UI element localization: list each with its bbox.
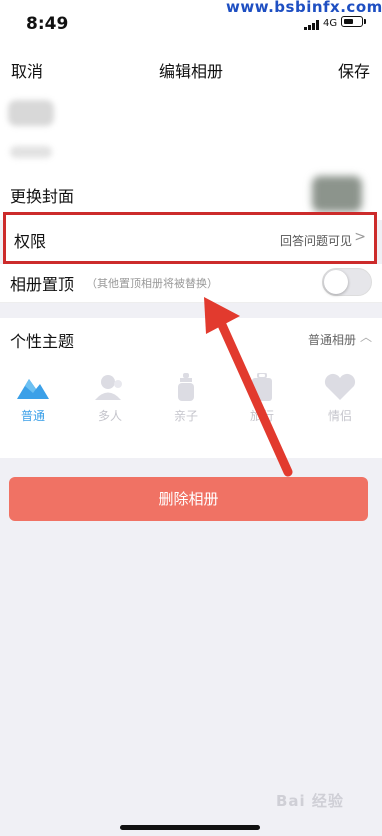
- permission-row[interactable]: 权限 回答问题可见 >: [3, 212, 377, 264]
- chevron-up-icon[interactable]: ︿: [360, 328, 372, 345]
- baidu-watermark: Bai 经验: [276, 792, 344, 810]
- chevron-right-icon: >: [354, 229, 366, 245]
- suitcase-icon: [252, 373, 272, 401]
- navbar: 取消 编辑相册 保存: [0, 44, 382, 89]
- mountain-icon: [17, 379, 49, 399]
- pin-album-row: 相册置顶 （其他置顶相册将被替换）: [0, 264, 382, 303]
- theme-label: 亲子: [173, 409, 198, 423]
- page-title: 编辑相册: [158, 62, 223, 81]
- person-icon: [95, 375, 122, 400]
- status-bar: 8:49 www.bsbinfx.com 4G: [0, 0, 382, 44]
- album-name-blurred: [8, 100, 54, 126]
- signal-icon: [304, 20, 320, 30]
- heart-icon: [324, 373, 356, 400]
- baby-bottle-icon: [178, 373, 194, 401]
- pin-label: 相册置顶: [10, 275, 75, 294]
- pin-toggle[interactable]: [322, 268, 372, 296]
- theme-label: 多人: [97, 409, 122, 423]
- network-type: 4G: [323, 18, 338, 29]
- theme-option-couple[interactable]: 情侣: [310, 373, 370, 433]
- permission-label: 权限: [14, 232, 47, 251]
- theme-label: 普通: [20, 409, 45, 423]
- album-desc-blurred: [10, 146, 52, 158]
- album-info[interactable]: [0, 88, 382, 168]
- home-indicator: [120, 825, 260, 830]
- theme-label: 旅行: [249, 409, 274, 423]
- save-button[interactable]: 保存: [338, 58, 370, 82]
- permission-value: 回答问题可见: [279, 234, 352, 248]
- theme-current[interactable]: 普通相册: [308, 331, 356, 348]
- theme-section: 个性主题 普通相册 ︿ 普通 多人 亲子 旅行 情侣: [0, 318, 382, 458]
- theme-option-family[interactable]: 亲子: [156, 373, 216, 433]
- theme-title: 个性主题: [10, 332, 75, 351]
- theme-label: 情侣: [327, 409, 352, 423]
- toggle-knob: [324, 270, 348, 294]
- cover-label: 更换封面: [10, 187, 75, 206]
- theme-option-normal[interactable]: 普通: [3, 373, 63, 433]
- pin-hint: （其他置顶相册将被替换）: [86, 277, 218, 290]
- site-watermark: www.bsbinfx.com: [226, 0, 382, 16]
- delete-album-button[interactable]: 删除相册: [9, 477, 368, 521]
- battery-icon: [341, 16, 363, 27]
- theme-option-travel[interactable]: 旅行: [232, 373, 292, 433]
- status-time: 8:49: [26, 14, 69, 34]
- theme-option-group[interactable]: 多人: [80, 373, 140, 433]
- battery-cap: [364, 19, 366, 24]
- cover-thumbnail: [312, 176, 362, 212]
